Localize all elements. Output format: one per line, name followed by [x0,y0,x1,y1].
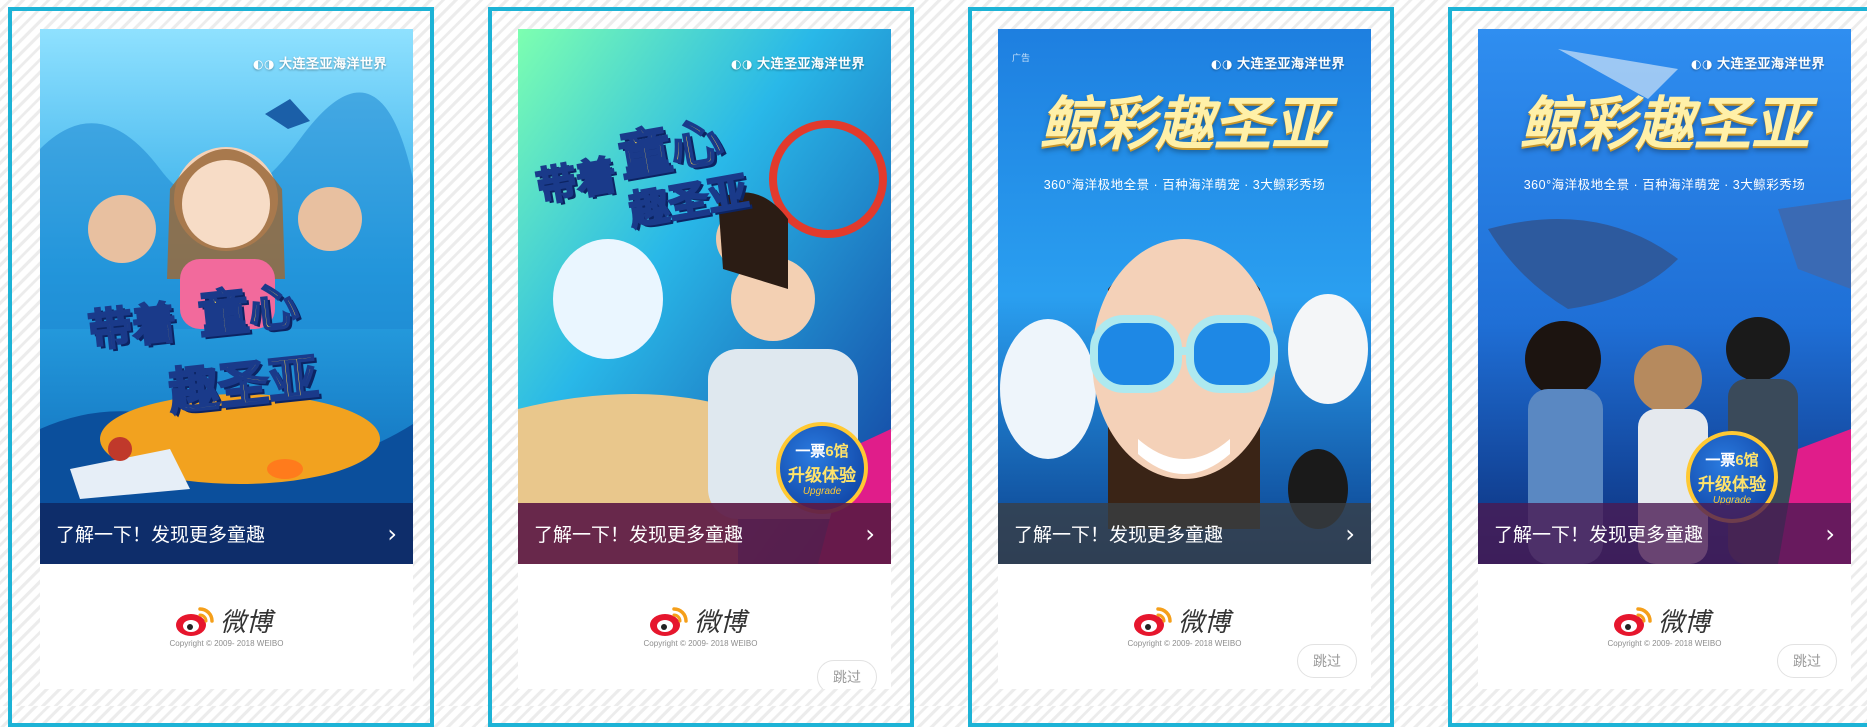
cta-text: 了解一下！发现更多童趣 [56,525,266,546]
badge-line-1: 一票6馆 [1690,449,1774,470]
badge-line-1: 一票6馆 [780,440,864,461]
weibo-icon [1134,606,1172,636]
chevron-right-icon: › [1345,519,1355,548]
cta-text: 了解一下！发现更多童趣 [534,525,744,546]
brand-logo-1: ◐◑ 大连圣亚海洋世界 [253,53,387,72]
headline-part-1: 带着 [85,297,180,359]
subtitle: 360°海洋极地全景 · 百种海洋萌宠 · 3大鲸彩秀场 [1523,178,1806,192]
brand-name: 大连圣亚海洋世界 [756,57,865,72]
weibo-wordmark: 微博 [1658,608,1711,638]
fish-logo-icon: ◐◑ [253,57,275,71]
ad-banner-3[interactable]: 广告 ◐◑ 大连圣亚海洋世界 鲸彩趣圣亚 360°海洋极地全景 · 百种海洋萌宠 … [998,29,1371,564]
skip-button[interactable]: 跳过 [1777,644,1837,678]
fish-logo-icon: ◐◑ [1211,57,1233,71]
skip-button[interactable]: 跳过 [1297,644,1357,678]
headline: 鲸彩趣圣亚 [1039,90,1330,158]
cta-text: 了解一下！发现更多童趣 [1014,525,1224,546]
cta-bar-1[interactable]: 了解一下！发现更多童趣 › [40,503,413,564]
weibo-icon [176,606,214,636]
weibo-wordmark: 微博 [694,608,747,638]
ad-banner-4[interactable]: ◐◑ 大连圣亚海洋世界 鲸彩趣圣亚 360°海洋极地全景 · 百种海洋萌宠 · 3… [1478,29,1851,564]
weibo-icon [650,606,688,636]
badge-line-2: 升级体验 [788,466,856,485]
cta-bar-3[interactable]: 了解一下！发现更多童趣 › [998,503,1371,564]
badge-text: 6馆 [1735,452,1759,469]
ad-banner-1[interactable]: ◐◑ 大连圣亚海洋世界 带着 童心 趣圣亚 了解一下！发现更多童趣 › [40,29,413,564]
footer-1: 微博 Copyright © 2009- 2018 WEIBO [40,564,413,689]
weibo-logo: 微博 [1612,602,1710,639]
weibo-icon [1614,606,1652,636]
chevron-right-icon: › [865,519,875,548]
splash-screen-1: ◐◑ 大连圣亚海洋世界 带着 童心 趣圣亚 了解一下！发现更多童趣 › 微博 Co… [40,29,413,689]
ad-banner-2[interactable]: ◐◑ 大连圣亚海洋世界 带着 童心 趣圣亚 一票6馆 升级体验 Upgrade 了… [518,29,891,564]
brand-logo-4: ◐◑ 大连圣亚海洋世界 [1691,53,1825,72]
ad-label: 广告 [1012,53,1031,63]
weibo-wordmark: 微博 [220,608,273,638]
splash-screen-3: 广告 ◐◑ 大连圣亚海洋世界 鲸彩趣圣亚 360°海洋极地全景 · 百种海洋萌宠 … [998,29,1371,689]
weibo-logo: 微博 [648,602,746,639]
fish-logo-icon: ◐◑ [731,57,753,71]
headline: 鲸彩趣圣亚 [1519,90,1810,158]
footer-2: 微博 Copyright © 2009- 2018 WEIBO 跳过 [518,564,891,689]
splash-screen-4: ◐◑ 大连圣亚海洋世界 鲸彩趣圣亚 360°海洋极地全景 · 百种海洋萌宠 · 3… [1478,29,1851,689]
skip-button[interactable]: 跳过 [817,660,877,689]
badge-line-3: Upgrade [802,486,842,497]
headline-part-2: 童心 [195,275,303,346]
cta-bar-4[interactable]: 了解一下！发现更多童趣 › [1478,503,1851,564]
chevron-right-icon: › [1825,519,1835,548]
badge-line-2: 升级体验 [1698,475,1766,494]
brand-logo-2: ◐◑ 大连圣亚海洋世界 [731,53,865,72]
footer-3: 微博 Copyright © 2009- 2018 WEIBO 跳过 [998,564,1371,689]
brand-logo-3: ◐◑ 大连圣亚海洋世界 [1211,53,1345,72]
copyright-text: Copyright © 2009- 2018 WEIBO [643,639,758,648]
brand-name: 大连圣亚海洋世界 [278,57,387,72]
cta-text: 了解一下！发现更多童趣 [1494,525,1704,546]
chevron-right-icon: › [387,519,397,548]
brand-name: 大连圣亚海洋世界 [1716,57,1825,72]
splash-screen-2: ◐◑ 大连圣亚海洋世界 带着 童心 趣圣亚 一票6馆 升级体验 Upgrade 了… [518,29,891,689]
badge-text: 一票 [795,443,826,460]
weibo-logo: 微博 [1132,602,1230,639]
upgrade-badge: 一票6馆 升级体验 Upgrade [776,422,868,514]
badge-text: 6馆 [825,443,849,460]
subtitle: 360°海洋极地全景 · 百种海洋萌宠 · 3大鲸彩秀场 [1043,178,1326,192]
footer-4: 微博 Copyright © 2009- 2018 WEIBO 跳过 [1478,564,1851,689]
cta-bar-2[interactable]: 了解一下！发现更多童趣 › [518,503,891,564]
weibo-logo: 微博 [174,602,272,639]
brand-name: 大连圣亚海洋世界 [1236,57,1345,72]
badge-text: 一票 [1705,452,1736,469]
copyright-text: Copyright © 2009- 2018 WEIBO [169,639,284,648]
fish-logo-icon: ◐◑ [1691,57,1713,71]
weibo-wordmark: 微博 [1178,608,1231,638]
